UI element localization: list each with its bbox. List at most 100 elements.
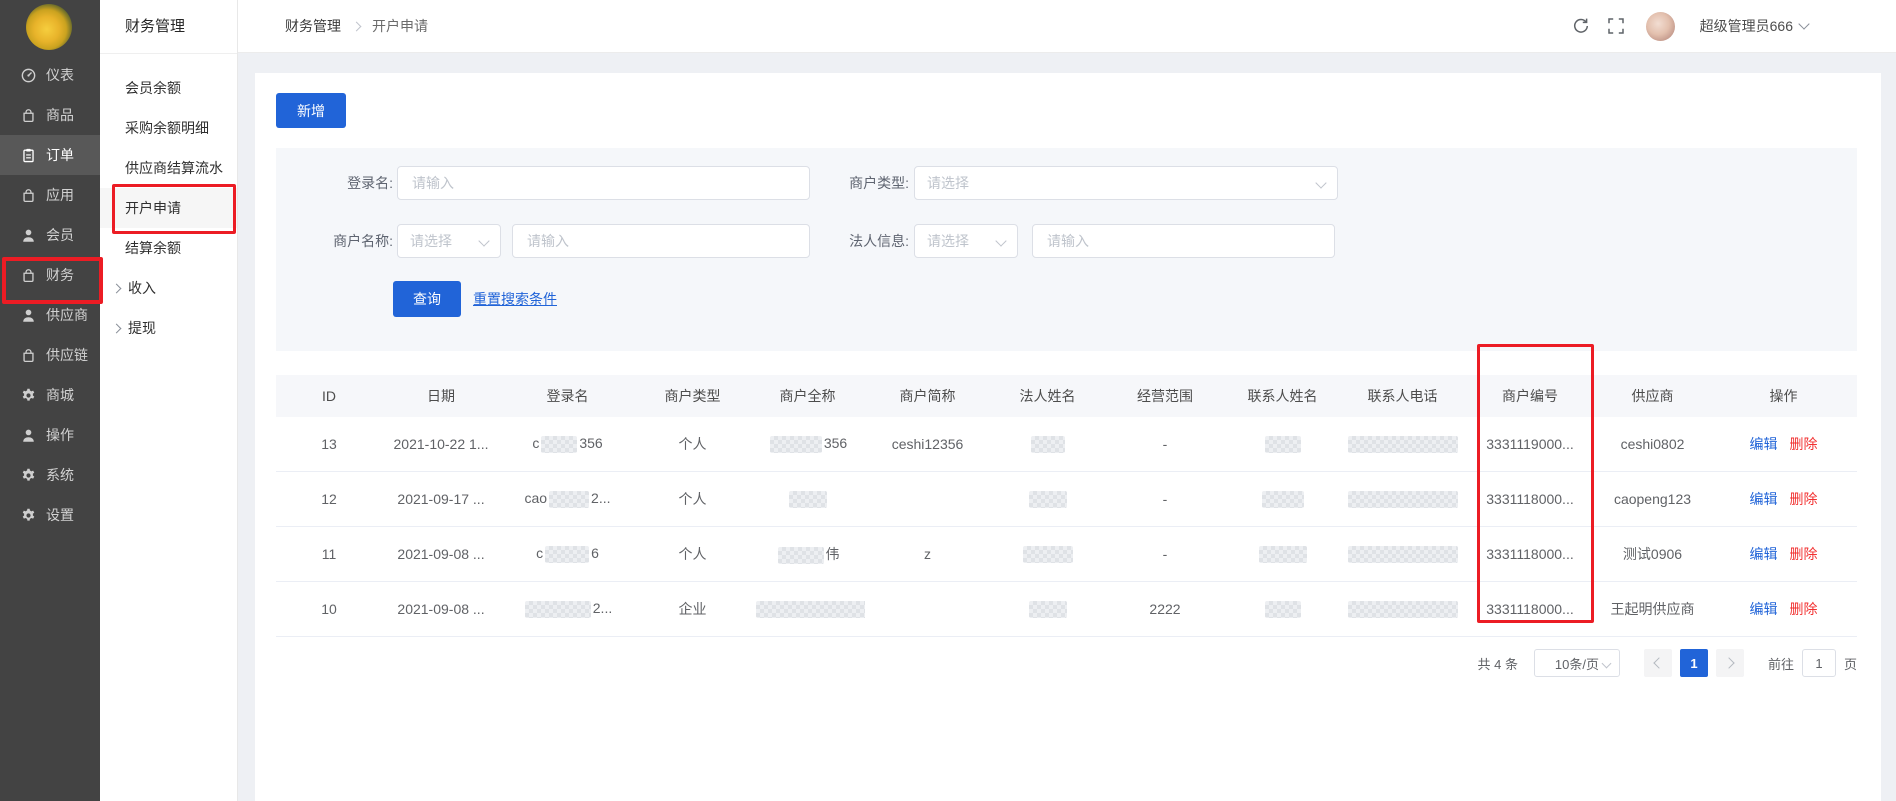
legal-info-input[interactable] — [1032, 224, 1335, 258]
cell-contact-phone — [1340, 527, 1465, 582]
censored-block — [541, 436, 577, 453]
edit-link[interactable]: 编辑 — [1750, 601, 1778, 617]
sidebar-item-订单[interactable]: 订单 — [0, 135, 100, 175]
sidebar-item-系统[interactable]: 系统 — [0, 455, 100, 495]
cell-id: 10 — [276, 582, 382, 637]
user-avatar[interactable] — [1646, 12, 1675, 41]
chevron-down-icon — [478, 235, 489, 246]
cell-scope: - — [1105, 472, 1225, 527]
breadcrumb-item-finance[interactable]: 财务管理 — [285, 16, 341, 36]
column-header-商户类型: 商户类型 — [635, 375, 750, 417]
censored-block — [756, 601, 865, 618]
censored-block — [545, 546, 589, 563]
censored-block — [1029, 601, 1067, 618]
cell-scope: - — [1105, 417, 1225, 472]
secondary-sidebar: 财务管理 会员余额采购余额明细供应商结算流水开户申请结算余额收入提现 — [100, 0, 238, 801]
table-row: 122021-09-17 ...cao2...个人-3331118000...c… — [276, 472, 1857, 527]
column-header-法人姓名: 法人姓名 — [990, 375, 1105, 417]
legal-info-mode-select[interactable]: 请选择 — [914, 224, 1018, 258]
sidebar-item-商品[interactable]: 商品 — [0, 95, 100, 135]
sidebar-item-商城[interactable]: 商城 — [0, 375, 100, 415]
current-page-button[interactable]: 1 — [1680, 649, 1708, 677]
cell-contact-name — [1225, 417, 1340, 472]
cell-supplier: 测试0906 — [1595, 527, 1710, 582]
cell-merchant-no: 3331118000... — [1465, 527, 1595, 582]
sidebar-item-财务[interactable]: 财务 — [0, 255, 100, 295]
sidebar-item-会员[interactable]: 会员 — [0, 215, 100, 255]
delete-link[interactable]: 删除 — [1790, 491, 1818, 507]
table-row: 132021-10-22 1...c356个人356ceshi12356-333… — [276, 417, 1857, 472]
censored-block — [789, 491, 827, 508]
submenu-item-会员余额[interactable]: 会员余额 — [100, 68, 237, 108]
cell-date: 2021-09-08 ... — [382, 582, 500, 637]
person-icon — [20, 227, 37, 244]
edit-link[interactable]: 编辑 — [1750, 491, 1778, 507]
censored-block — [1348, 546, 1458, 563]
submenu-item-采购余额明细[interactable]: 采购余额明细 — [100, 108, 237, 148]
cell-type: 企业 — [635, 582, 750, 637]
sidebar-item-设置[interactable]: 设置 — [0, 495, 100, 535]
cell-merchant-no: 3331118000... — [1465, 582, 1595, 637]
search-button[interactable]: 查询 — [393, 281, 461, 317]
edit-link[interactable]: 编辑 — [1750, 546, 1778, 562]
merchant-type-select[interactable]: 请选择 — [914, 166, 1338, 200]
submenu-item-结算余额[interactable]: 结算余额 — [100, 228, 237, 268]
reset-search-link[interactable]: 重置搜索条件 — [473, 281, 557, 317]
goto-label: 前往 — [1768, 654, 1794, 673]
sidebar-item-label: 供应链 — [46, 345, 88, 365]
column-header-登录名: 登录名 — [500, 375, 635, 417]
sidebar-item-label: 仪表 — [46, 65, 74, 85]
column-header-日期: 日期 — [382, 375, 500, 417]
delete-link[interactable]: 删除 — [1790, 601, 1818, 617]
search-panel: 登录名: 商户类型: 请选择 商户名称: 请选择 法人信息: 请选择 查询 重置… — [276, 148, 1857, 351]
censored-block — [1265, 601, 1301, 618]
cell-short-name: ceshi12356 — [865, 417, 990, 472]
censored-block — [1259, 546, 1307, 563]
fullscreen-icon[interactable] — [1607, 17, 1625, 35]
bag-icon — [20, 267, 37, 284]
merchant-name-mode-select[interactable]: 请选择 — [397, 224, 501, 258]
edit-link[interactable]: 编辑 — [1750, 436, 1778, 452]
cell-supplier: caopeng123 — [1595, 472, 1710, 527]
submenu-title: 财务管理 — [100, 0, 237, 54]
delete-link[interactable]: 删除 — [1790, 436, 1818, 452]
column-header-ID: ID — [276, 375, 382, 417]
cell-full-name: 356 — [750, 417, 865, 472]
sidebar-item-label: 财务 — [46, 265, 74, 285]
user-menu[interactable]: 超级管理员666 — [1700, 16, 1808, 36]
table-header-row: ID日期登录名商户类型商户全称商户简称法人姓名经营范围联系人姓名联系人电话商户编… — [276, 375, 1857, 417]
refresh-icon[interactable] — [1572, 17, 1590, 35]
submenu-item-提现[interactable]: 提现 — [100, 308, 237, 348]
submenu-item-开户申请[interactable]: 开户申请 — [100, 188, 237, 228]
add-button[interactable]: 新增 — [276, 93, 346, 128]
next-page-button[interactable] — [1716, 649, 1744, 677]
censored-block — [1023, 546, 1073, 563]
page-size-select[interactable]: 10条/页 — [1534, 649, 1620, 677]
sidebar-item-供应商[interactable]: 供应商 — [0, 295, 100, 335]
column-header-商户简称: 商户简称 — [865, 375, 990, 417]
cell-legal-name — [990, 527, 1105, 582]
cell-short-name — [865, 582, 990, 637]
sidebar-item-供应链[interactable]: 供应链 — [0, 335, 100, 375]
cell-contact-name — [1225, 472, 1340, 527]
cell-short-name: z — [865, 527, 990, 582]
app-logo[interactable] — [26, 4, 72, 50]
cell-full-name — [750, 472, 865, 527]
sidebar-item-label: 应用 — [46, 185, 74, 205]
submenu-item-收入[interactable]: 收入 — [100, 268, 237, 308]
login-name-input[interactable] — [397, 166, 810, 200]
delete-link[interactable]: 删除 — [1790, 546, 1818, 562]
sidebar-item-操作[interactable]: 操作 — [0, 415, 100, 455]
goto-page-input[interactable] — [1802, 649, 1836, 677]
sidebar-item-仪表[interactable]: 仪表 — [0, 55, 100, 95]
sidebar-item-应用[interactable]: 应用 — [0, 175, 100, 215]
login-name-label: 登录名: — [313, 166, 393, 200]
person-icon — [20, 307, 37, 324]
merchant-name-input[interactable] — [512, 224, 810, 258]
submenu-item-label: 提现 — [128, 318, 156, 338]
pagination-total: 共 4 条 — [1478, 654, 1518, 673]
table-row: 102021-09-08 ...2...企业22223331118000...王… — [276, 582, 1857, 637]
prev-page-button[interactable] — [1644, 649, 1672, 677]
submenu-item-供应商结算流水[interactable]: 供应商结算流水 — [100, 148, 237, 188]
cell-legal-name — [990, 582, 1105, 637]
